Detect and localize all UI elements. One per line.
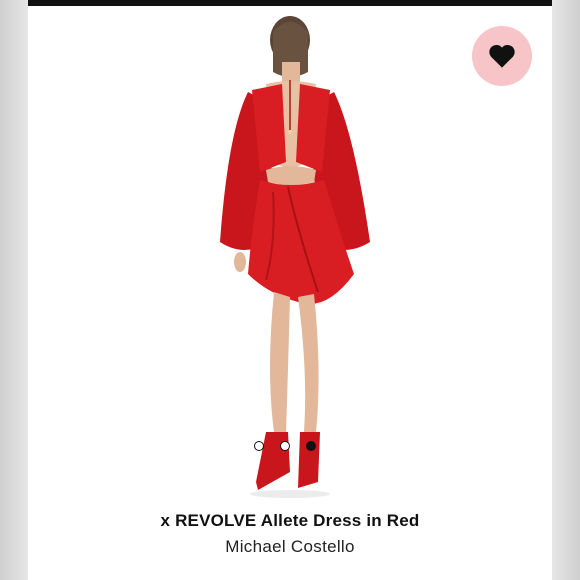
favorite-button[interactable] <box>472 26 532 86</box>
product-image[interactable] <box>148 12 438 502</box>
model-illustration <box>220 16 370 498</box>
heart-icon <box>489 44 515 68</box>
carousel-dot-2[interactable] <box>280 441 290 451</box>
carousel-indicators <box>254 441 316 451</box>
right-backdrop <box>552 0 580 580</box>
carousel-dot-3[interactable] <box>306 441 316 451</box>
carousel-dot-1[interactable] <box>254 441 264 451</box>
product-card: x REVOLVE Allete Dress in Red Michael Co… <box>28 6 552 580</box>
product-title[interactable]: x REVOLVE Allete Dress in Red <box>28 511 552 531</box>
left-backdrop <box>0 0 28 580</box>
product-brand[interactable]: Michael Costello <box>28 537 552 557</box>
